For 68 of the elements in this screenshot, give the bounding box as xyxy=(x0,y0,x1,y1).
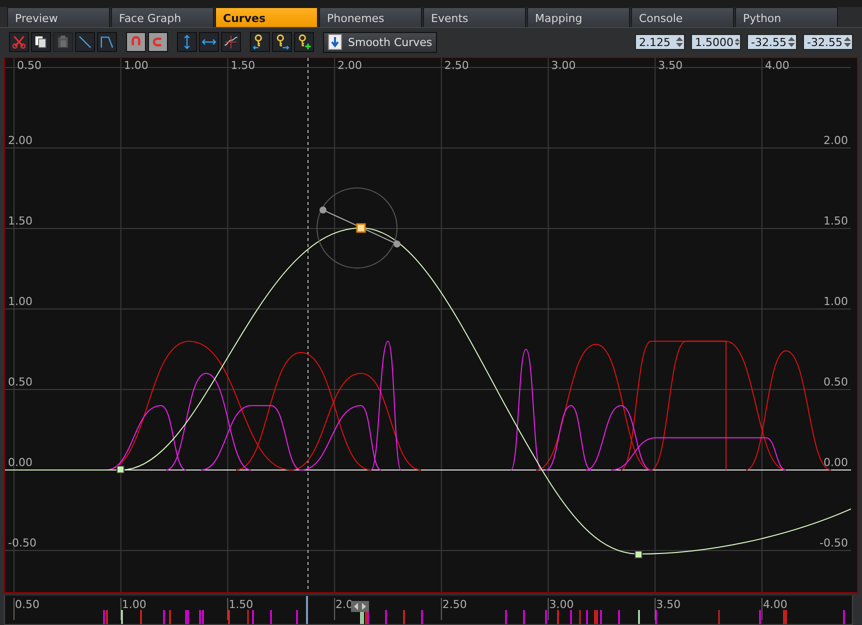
tool-button[interactable] xyxy=(31,32,51,52)
axis-label: 4.00 xyxy=(764,59,790,72)
axis-label: 0.00 xyxy=(8,456,32,469)
keyframe[interactable] xyxy=(356,223,366,233)
axis-label: 1.50 xyxy=(230,59,256,72)
tab[interactable]: Mapping xyxy=(527,7,630,27)
copy-icon xyxy=(33,34,49,50)
scissors-icon xyxy=(11,34,27,50)
timeline-label: 2.50 xyxy=(442,598,467,611)
axis-label: 0.50 xyxy=(17,59,42,72)
axis-label: 1.50 xyxy=(824,214,848,228)
axis-label: 1.00 xyxy=(824,295,848,308)
timeline-label: 3.00 xyxy=(549,598,574,611)
tab[interactable]: Curves xyxy=(215,7,318,27)
curve-node-icon xyxy=(223,34,239,50)
axis-label: 0.50 xyxy=(824,376,848,388)
tool-button[interactable] xyxy=(250,32,270,52)
axis-label: 2.00 xyxy=(338,59,362,72)
timeline-label: 3.50 xyxy=(656,598,681,611)
spin-arrows-icon[interactable] xyxy=(787,35,796,49)
axis-label: 3.50 xyxy=(658,59,683,72)
axis-label: -0.50 xyxy=(8,536,36,550)
tool-button[interactable] xyxy=(221,32,241,52)
number-spinbox[interactable]: -32.55 xyxy=(803,34,853,50)
tab[interactable]: Preview xyxy=(7,7,110,27)
tab[interactable]: Phonemes xyxy=(319,7,422,27)
number-spinbox[interactable]: -32.55 xyxy=(747,34,797,50)
tool-button[interactable] xyxy=(272,32,292,52)
spin-arrows-icon[interactable] xyxy=(843,35,852,49)
tool-button[interactable] xyxy=(126,32,146,52)
axis-label: 1.50 xyxy=(8,214,32,228)
axis-label: 2.00 xyxy=(8,134,32,147)
tool-button[interactable] xyxy=(97,32,117,52)
tab[interactable]: Events xyxy=(423,7,526,27)
keyframe[interactable] xyxy=(634,550,642,558)
timeline-label: 0.50 xyxy=(15,598,40,611)
axis-label: -0.50 xyxy=(820,536,848,550)
polyline-icon xyxy=(99,34,115,50)
keyframe[interactable] xyxy=(116,466,124,474)
tool-button[interactable] xyxy=(177,32,197,52)
axis-label: 2.00 xyxy=(824,134,848,147)
axis-label: 0.50 xyxy=(8,376,32,388)
tab[interactable]: Python xyxy=(735,7,838,27)
tool-button[interactable] xyxy=(294,32,314,52)
tool-button[interactable] xyxy=(148,32,168,52)
scroll-thumb-icon[interactable] xyxy=(351,601,369,612)
tangent-handle[interactable] xyxy=(320,206,400,248)
axis-label: 1.00 xyxy=(8,295,32,308)
tool-button[interactable] xyxy=(199,32,219,52)
axis-label: 0.00 xyxy=(824,456,848,469)
clipboard-icon xyxy=(55,34,71,50)
tab[interactable]: Console xyxy=(631,7,734,27)
down-arrow-icon xyxy=(328,34,342,50)
timeline-label: 4.00 xyxy=(762,598,788,611)
line-icon xyxy=(77,34,93,50)
number-spinbox[interactable]: 1.5000 xyxy=(691,34,741,50)
number-spinbox[interactable]: 2.125 xyxy=(635,34,685,50)
tab[interactable]: Face Graph xyxy=(111,7,214,27)
tool-button[interactable] xyxy=(75,32,95,52)
axis-label: 1.00 xyxy=(124,59,148,72)
axis-label: 3.00 xyxy=(551,59,576,72)
timeline-label: 1.50 xyxy=(228,598,254,611)
smooth-curves-button[interactable]: Smooth Curves xyxy=(323,32,438,52)
timeline-label: 1.00 xyxy=(122,598,146,611)
axis-label: 2.50 xyxy=(444,59,469,72)
key-right-arrow-icon xyxy=(274,34,290,50)
key-plus-icon xyxy=(296,34,312,50)
spin-arrows-icon[interactable] xyxy=(675,35,684,49)
